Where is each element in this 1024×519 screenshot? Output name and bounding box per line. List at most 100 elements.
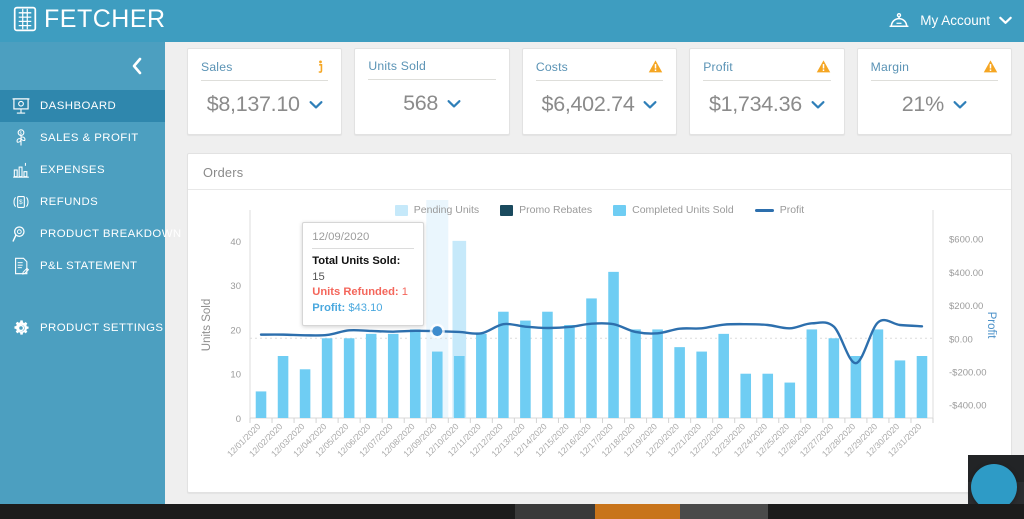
kpi-value: 568 <box>403 91 439 115</box>
tooltip-refunded-label: Units Refunded: <box>312 286 399 298</box>
bar-completed-units-sold <box>806 329 818 418</box>
y-axis-tick-label: 40 <box>230 237 241 248</box>
brand-logo[interactable]: FETCHER <box>12 4 166 34</box>
y-axis-tick-label: 20 <box>230 325 241 336</box>
tooltip-total-units: Total Units Sold: 15 <box>312 254 414 285</box>
main-content: Sales $8,137.10 Units Sold 568 Costs $6,… <box>165 42 1024 504</box>
account-label: My Account <box>920 12 990 28</box>
info-icon[interactable] <box>313 59 328 74</box>
kpi-title: Margin <box>870 59 910 74</box>
kpi-card-row: Sales $8,137.10 Units Sold 568 Costs $6,… <box>165 42 1024 135</box>
tooltip-profit-label: Profit: <box>312 301 346 314</box>
bar-completed-units-sold <box>277 356 289 418</box>
bar-completed-units-sold <box>828 338 840 418</box>
sidebar: DASHBOARD $ SALES & PROFIT EXPENSES $ RE… <box>0 42 181 504</box>
kpi-header: Profit <box>703 59 831 81</box>
chevron-down-icon[interactable] <box>309 100 323 110</box>
sidebar-item-product-settings[interactable]: PRODUCT SETTINGS <box>0 312 165 344</box>
taskbar-item[interactable] <box>680 504 768 519</box>
bar-completed-units-sold <box>476 333 487 418</box>
kpi-header: Margin <box>870 59 999 81</box>
kpi-card-margin[interactable]: Margin 21% <box>856 48 1013 135</box>
gear-icon <box>14 320 29 335</box>
service-bell-icon <box>889 12 909 27</box>
bar-completed-units-sold <box>740 373 752 418</box>
warning-icon[interactable] <box>983 59 998 74</box>
svg-text:$: $ <box>19 199 23 206</box>
orders-chart[interactable]: Pending Units Promo Rebates Completed Un… <box>188 190 1011 486</box>
bar-completed-units-sold <box>608 271 619 418</box>
sidebar-collapse-row <box>0 42 165 90</box>
chevron-left-icon <box>132 57 142 75</box>
y-axis-tick-label: 0 <box>236 414 241 425</box>
chevron-down-icon[interactable] <box>643 100 657 110</box>
y-axis-tick-label: 30 <box>230 281 241 292</box>
money-return-icon: $ <box>13 196 29 208</box>
sidebar-collapse-button[interactable] <box>127 56 147 76</box>
my-account-menu[interactable]: My Account <box>887 8 1012 32</box>
bar-completed-units-sold <box>365 333 377 418</box>
y2-axis-tick-label: -$200.00 <box>949 368 987 379</box>
chevron-down-icon[interactable] <box>447 99 461 109</box>
sidebar-item-label: PRODUCT BREAKDOWN <box>40 228 182 240</box>
kpi-value-row: $8,137.10 <box>201 92 328 117</box>
bar-completed-units-sold <box>321 338 333 418</box>
sidebar-item-expenses[interactable]: EXPENSES <box>0 154 165 186</box>
sidebar-item-dashboard[interactable]: DASHBOARD <box>0 90 165 122</box>
sidebar-item-label: DASHBOARD <box>40 100 117 112</box>
bar-completed-units-sold <box>696 351 707 418</box>
sidebar-item-sales-profit[interactable]: $ SALES & PROFIT <box>0 122 165 154</box>
taskbar-item[interactable] <box>515 504 595 519</box>
profit-point-marker <box>432 326 443 337</box>
bar-completed-units-sold <box>872 329 884 418</box>
sidebar-item-pl-statement[interactable]: P&L STATEMENT <box>0 250 165 282</box>
top-header-bar: FETCHER My Account <box>0 0 1024 42</box>
bar-completed-units-sold <box>850 356 862 418</box>
kpi-title: Profit <box>703 59 733 74</box>
y-axis-title: Units Sold <box>201 299 213 351</box>
kpi-title: Sales <box>201 59 233 74</box>
y-axis-tick-label: 10 <box>230 370 241 381</box>
chevron-down-icon[interactable] <box>953 100 967 110</box>
kpi-value: $8,137.10 <box>206 92 300 116</box>
tooltip-date: 12/09/2020 <box>312 231 415 249</box>
sidebar-item-label: REFUNDS <box>40 196 99 208</box>
svg-text:$: $ <box>20 130 23 135</box>
warning-icon[interactable] <box>816 59 831 74</box>
tooltip-refunded-value: 1 <box>401 286 408 298</box>
y2-axis-title: Profit <box>985 312 997 340</box>
warning-icon[interactable] <box>648 59 663 74</box>
bar-completed-units-sold <box>409 329 421 418</box>
kpi-header: Costs <box>535 59 664 81</box>
y2-axis-tick-label: $600.00 <box>949 235 983 246</box>
kpi-value-row: 21% <box>871 92 998 117</box>
kpi-header: Units Sold <box>368 59 496 80</box>
tooltip-profit: Profit: $43.10 <box>312 301 414 317</box>
bar-completed-units-sold <box>674 347 685 418</box>
orders-panel-title: Orders <box>188 154 1011 190</box>
sidebar-item-product-breakdown[interactable]: PRODUCT BREAKDOWN <box>0 218 181 250</box>
sidebar-item-label: EXPENSES <box>40 164 106 176</box>
y2-axis-tick-label: $400.00 <box>949 268 983 279</box>
bar-completed-units-sold <box>916 356 928 418</box>
kpi-value: 21% <box>901 92 944 116</box>
y2-axis-tick-label: -$400.00 <box>949 401 987 412</box>
magnifier-icon <box>12 226 25 242</box>
brand-name: FETCHER <box>44 5 166 33</box>
kpi-card-costs[interactable]: Costs $6,402.74 <box>521 48 678 135</box>
bar-completed-units-sold <box>652 329 663 418</box>
y2-axis-tick-label: $0.00 <box>949 334 973 345</box>
bar-completed-units-sold <box>586 298 597 418</box>
chart-tooltip: 12/09/2020 Total Units Sold: 15 Units Re… <box>302 222 425 326</box>
kpi-card-sales[interactable]: Sales $8,137.10 <box>187 48 343 135</box>
chevron-down-icon[interactable] <box>811 100 825 110</box>
sidebar-item-refunds[interactable]: $ REFUNDS <box>0 186 165 218</box>
taskbar-item-active[interactable] <box>595 504 680 519</box>
tooltip-profit-value: $43.10 <box>348 301 383 314</box>
bar-completed-units-sold <box>762 373 774 418</box>
kpi-card-profit[interactable]: Profit $1,734.36 <box>689 48 845 135</box>
y2-axis-tick-label: $200.00 <box>949 301 983 312</box>
kpi-card-units-sold[interactable]: Units Sold 568 <box>354 48 510 135</box>
bar-completed-units-sold <box>718 333 729 418</box>
